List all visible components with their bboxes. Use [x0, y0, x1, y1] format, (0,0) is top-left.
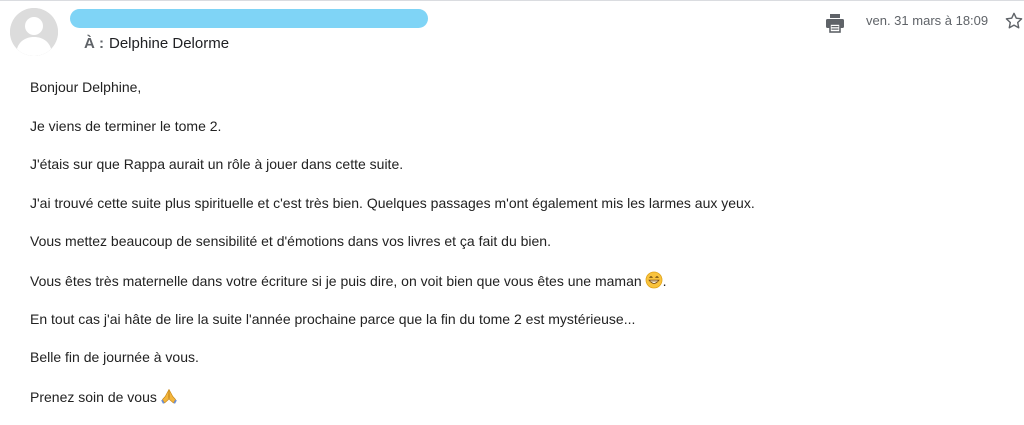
- grinning-emoji-icon: [645, 271, 663, 289]
- body-line: Je viens de terminer le tome 2.: [30, 117, 222, 134]
- sender-avatar[interactable]: [10, 8, 58, 56]
- body-line-text: Vous êtes très maternelle dans votre écr…: [30, 272, 642, 289]
- greeting-line: Bonjour Delphine,: [30, 79, 142, 95]
- body-line-with-emoji: Prenez soin de vous: [30, 387, 1010, 406]
- default-avatar-icon: [10, 8, 58, 56]
- message-date: ven. 31 mars à 18:09: [866, 13, 989, 28]
- line-period: .: [662, 272, 667, 289]
- header-divider: [0, 0, 1024, 1]
- recipient-name: Delphine Delorme: [109, 35, 230, 52]
- body-line: J'ai trouvé cette suite plus spirituelle…: [30, 194, 755, 211]
- body-line: Vous mettez beaucoup de sensibilité et d…: [30, 233, 551, 250]
- star-outline-icon: [1005, 12, 1023, 29]
- body-line: J'étais sur que Rappa aurait un rôle à j…: [30, 156, 404, 173]
- message-body: Bonjour Delphine, Je viens de terminer l…: [30, 78, 1010, 425]
- body-line: Belle fin de journée à vous.: [30, 349, 199, 366]
- recipient-line: À : Delphine Delorme: [84, 35, 229, 53]
- print-button[interactable]: [824, 12, 846, 34]
- folded-hands-emoji-icon: [160, 387, 178, 405]
- body-line: En tout cas j'ai hâte de lire la suite l…: [30, 310, 636, 327]
- print-icon: [826, 14, 844, 33]
- body-line-with-emoji: Vous êtes très maternelle dans votre écr…: [30, 271, 1010, 290]
- star-button[interactable]: [1004, 11, 1024, 31]
- body-line-text: Prenez soin de vous: [30, 388, 157, 405]
- redacted-sender: [70, 9, 428, 28]
- recipient-prefix: À :: [84, 35, 104, 52]
